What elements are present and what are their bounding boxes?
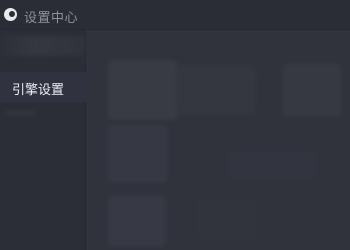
sidebar: 引擎设置: [0, 30, 86, 250]
window-title: 设置中心: [24, 11, 79, 26]
content-placeholder-block: [108, 125, 168, 183]
content-placeholder-block: [282, 63, 342, 117]
content-placeholder-block: [108, 195, 166, 247]
sidebar-placeholder-bottom: [6, 110, 36, 116]
content-placeholder-block: [108, 60, 178, 120]
content-area: [86, 30, 350, 250]
content-placeholder-block: [226, 150, 316, 180]
content-placeholder-block: [196, 200, 256, 240]
content-placeholder-block: [176, 65, 256, 115]
sidebar-placeholder-top: [0, 36, 86, 56]
title-bar: 设置中心: [0, 0, 350, 30]
app-logo-icon: [4, 8, 17, 21]
sidebar-item-label: 引擎设置: [12, 83, 65, 98]
sidebar-item-engine-settings[interactable]: 引擎设置: [0, 72, 86, 102]
